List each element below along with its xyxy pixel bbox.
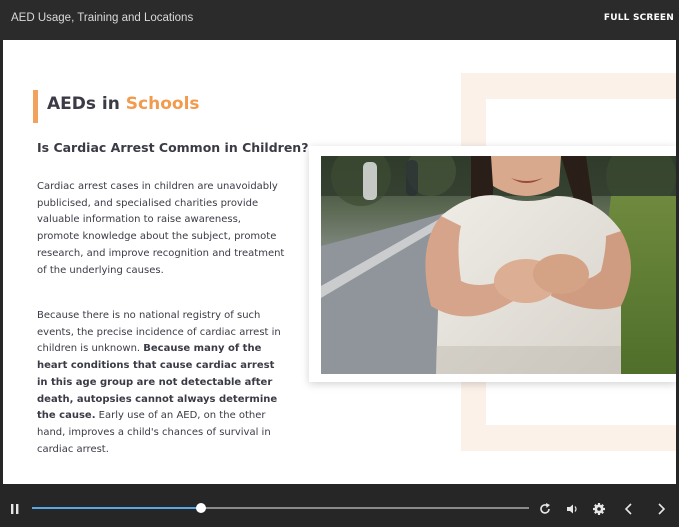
child-chest-pain-photo [321, 156, 676, 374]
heading-accent-bar [33, 90, 38, 123]
photo-frame [309, 146, 676, 382]
slide-subheading: Is Cardiac Arrest Common in Children? [37, 140, 309, 155]
title-bar: AED Usage, Training and Locations FULL S… [0, 0, 679, 40]
next-icon[interactable] [652, 500, 670, 518]
seek-bar-progress [32, 507, 201, 509]
full-screen-button[interactable]: FULL SCREEN [604, 13, 674, 23]
pause-icon[interactable] [6, 500, 24, 518]
heading-highlight: Schools [125, 94, 200, 114]
settings-icon[interactable] [590, 500, 608, 518]
heading-text: AEDs in [47, 94, 126, 114]
previous-icon[interactable] [620, 500, 638, 518]
seek-bar[interactable] [32, 503, 529, 513]
slide-content: AEDs in Schools Is Cardiac Arrest Common… [3, 40, 676, 484]
seek-handle[interactable] [195, 503, 206, 513]
paragraph-2: Because there is no national registry of… [37, 308, 285, 458]
volume-icon[interactable] [563, 500, 581, 518]
replay-icon[interactable] [536, 500, 554, 518]
paragraph-1: Cardiac arrest cases in children are una… [37, 181, 285, 276]
slide-heading: AEDs in Schools [47, 94, 200, 114]
course-title: AED Usage, Training and Locations [11, 12, 194, 24]
